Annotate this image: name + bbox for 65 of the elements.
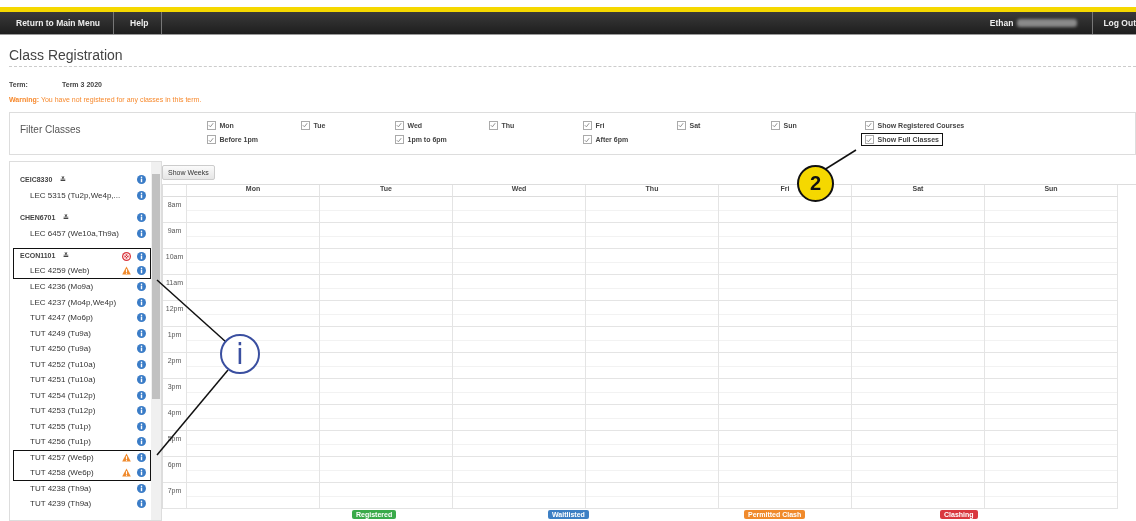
check-icon [208,136,214,143]
check-icon [772,122,778,128]
info-icon[interactable] [137,190,146,200]
class-item[interactable]: TUT 4253 (Tu12p) [13,403,151,419]
class-item[interactable]: LEC 6457 (We10a,Th9a) [13,225,151,241]
error-icon[interactable] [122,251,131,261]
info-icon[interactable] [137,228,146,238]
check-icon [396,136,402,143]
info-icon[interactable] [137,175,146,185]
class-item[interactable]: LEC 4236 (Mo9a) [13,279,151,295]
class-item[interactable]: LEC 5315 (Tu2p,We4p,... [13,187,151,203]
info-icon[interactable] [137,313,146,323]
callout-badge: i [220,334,260,374]
user-name: Ethan [989,18,1014,28]
check-icon [208,122,214,128]
check-icon [866,122,872,128]
class-item[interactable]: TUT 4256 (Tu1p) [13,434,151,450]
info-icon[interactable] [137,266,146,276]
check-icon [584,136,590,143]
info-icon[interactable] [137,467,146,477]
info-icon[interactable] [137,483,146,493]
class-item[interactable]: TUT 4239 (Th9a) [13,496,151,512]
warning-icon [122,467,131,477]
class-item[interactable]: TUT 4255 (Tu1p) [13,418,151,434]
warning-icon [122,266,131,276]
nav-link[interactable]: Help [114,12,163,34]
info-icon[interactable] [137,297,146,307]
check-icon [396,122,402,128]
check-icon [584,122,590,128]
info-icon[interactable] [137,499,146,509]
check-icon [678,122,684,128]
check-icon [866,136,872,143]
info-icon[interactable] [137,390,146,400]
warning-icon [122,453,131,463]
info-icon[interactable] [137,328,146,338]
page-title: Class Registration [9,47,1136,67]
info-icon[interactable] [137,282,146,292]
class-item[interactable]: TUT 4250 (Tu9a) [13,341,151,357]
info-icon[interactable] [137,375,146,385]
class-item[interactable]: TUT 4258 (We6p) [13,465,151,481]
info-icon[interactable] [137,344,146,354]
info-icon[interactable] [137,421,146,431]
class-item[interactable]: TUT 4254 (Tu12p) [13,387,151,403]
class-item[interactable]: TUT 4252 (Tu10a) [13,356,151,372]
nav-link[interactable]: Return to Main Menu [0,12,115,34]
class-item[interactable]: LEC 4259 (Web) [13,263,151,279]
scrollbar[interactable] [151,162,161,520]
info-icon[interactable] [137,251,146,261]
filter-title: Filter Classes [19,123,82,135]
redacted-block [1017,19,1078,27]
class-item[interactable]: TUT 4249 (Tu9a) [13,325,151,341]
info-icon[interactable] [137,406,146,416]
info-icon[interactable] [137,359,146,369]
check-icon [490,122,496,128]
class-item[interactable]: TUT 4238 (Th9a) [13,480,151,496]
class-item[interactable]: TUT 4251 (Tu10a) [13,372,151,388]
logout-link[interactable]: Log Out [1092,12,1136,34]
info-icon[interactable] [137,213,146,223]
check-icon [302,122,308,128]
class-item[interactable]: LEC 4237 (Mo4p,We4p) [13,294,151,310]
info-icon[interactable] [137,453,146,463]
leader-line [156,279,227,343]
class-item[interactable]: TUT 4257 (We6p) [13,449,151,465]
info-icon[interactable] [137,437,146,447]
class-item[interactable]: TUT 4247 (Mo6p) [13,310,151,326]
